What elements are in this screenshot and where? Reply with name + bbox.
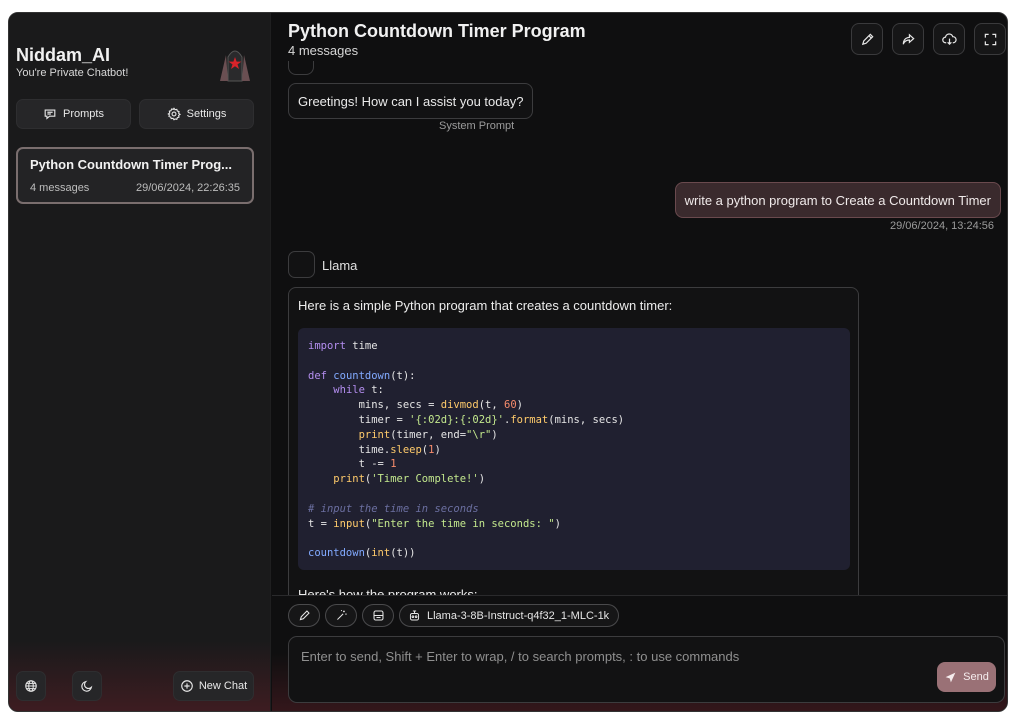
settings-label: Settings <box>186 108 227 120</box>
user-message: write a python program to Create a Count… <box>674 182 1001 218</box>
chat-list-item[interactable]: Python Countdown Timer Prog... 4 message… <box>16 147 254 204</box>
user-message-time: 29/06/2024, 13:24:56 <box>890 220 994 232</box>
code-line: time.sleep(1) <box>308 443 441 456</box>
message-list[interactable]: Greetings! How can I assist you today? S… <box>272 61 1007 595</box>
layout-icon <box>373 610 383 621</box>
settings-icon <box>166 107 181 121</box>
code-line: mins, secs = divmod(t, 60) <box>308 399 523 412</box>
theme-toggle-button[interactable] <box>72 671 102 701</box>
assistant-outro: Here's how the program works: <box>298 587 478 595</box>
new-chat-button[interactable]: New Chat <box>173 671 254 701</box>
chat-item-count: 4 messages <box>30 182 90 194</box>
prompts-label: Prompts <box>63 108 104 120</box>
layout-button[interactable] <box>362 604 394 627</box>
code-line: print('Timer Complete!') <box>333 473 486 486</box>
language-button[interactable] <box>16 671 46 701</box>
pencil-icon <box>299 610 310 621</box>
system-prompt-label: System Prompt <box>439 120 515 132</box>
assistant-intro: Here is a simple Python program that cre… <box>298 298 673 313</box>
code-line: countdown(int(t)) <box>308 547 416 560</box>
code-line: timer = '{:02d}:{:02d}'.format(mins, sec… <box>308 413 625 426</box>
edit-title-button[interactable] <box>851 23 883 55</box>
system-message: Greetings! How can I assist you today? <box>288 83 534 119</box>
new-chat-label: New Chat <box>198 680 248 692</box>
prompts-icon <box>44 109 56 120</box>
code-line: print(timer, end="\r") <box>358 428 498 441</box>
code-line: t = input("Enter the time in seconds: ") <box>308 517 561 530</box>
sidebar: Niddam_AI You're Private Chatbot! Prompt… <box>9 13 271 711</box>
page-title: Python Countdown Timer Program <box>288 21 586 41</box>
model-selector[interactable]: Llama-3-8B-Instruct-q4f32_1-MLC-1k <box>399 604 620 627</box>
plus-circle-icon <box>181 680 193 692</box>
download-button[interactable] <box>933 23 965 55</box>
edit-mode-button[interactable] <box>288 604 320 627</box>
model-name: Llama-3-8B-Instruct-q4f32_1-MLC-1k <box>427 609 610 622</box>
assistant-name: Llama <box>322 258 358 273</box>
share-icon <box>902 32 915 44</box>
code-line: t -= 1 <box>308 458 397 471</box>
brand-title: Niddam_AI <box>16 45 111 65</box>
fullscreen-icon <box>984 33 996 45</box>
robot-icon <box>409 610 420 621</box>
send-label: Send <box>963 671 989 683</box>
code-line: def countdown(t): <box>308 369 416 382</box>
magic-wand-icon <box>336 610 347 620</box>
chat-item-title: Python Countdown Timer Prog... <box>30 157 232 172</box>
chat-main: Python Countdown Timer Program 4 message… <box>272 13 1007 711</box>
moon-icon <box>81 680 93 692</box>
share-button[interactable] <box>892 23 924 55</box>
send-button[interactable]: Send <box>937 662 996 692</box>
composer: Llama-3-8B-Instruct-q4f32_1-MLC-1k Send <box>272 595 1007 711</box>
prompts-button[interactable]: Prompts <box>16 99 131 129</box>
brand-subtitle: You're Private Chatbot! <box>16 67 129 79</box>
prompt-templates-button[interactable] <box>325 604 357 627</box>
message-input[interactable] <box>301 647 921 665</box>
code-line: while t: <box>333 384 384 397</box>
code-line: import time <box>308 340 378 352</box>
code-line: # input the time in seconds <box>308 502 479 515</box>
settings-button[interactable]: Settings <box>139 99 254 129</box>
globe-icon <box>25 680 37 692</box>
app-window: Niddam_AI You're Private Chatbot! Prompt… <box>8 12 1008 712</box>
code-block[interactable]: import time def countdown(t): while t: m… <box>298 328 850 570</box>
assistant-message: Here is a simple Python program that cre… <box>288 287 859 595</box>
message-input-box[interactable]: Send <box>288 636 1005 703</box>
edit-icon <box>861 32 874 45</box>
message-count: 4 messages <box>288 43 359 58</box>
download-icon <box>941 32 957 45</box>
system-avatar <box>288 61 314 75</box>
send-icon <box>945 672 956 682</box>
assistant-avatar <box>288 251 315 278</box>
fullscreen-button[interactable] <box>974 23 1006 55</box>
chat-item-date: 29/06/2024, 22:26:35 <box>136 182 240 194</box>
brand-logo <box>220 50 250 82</box>
